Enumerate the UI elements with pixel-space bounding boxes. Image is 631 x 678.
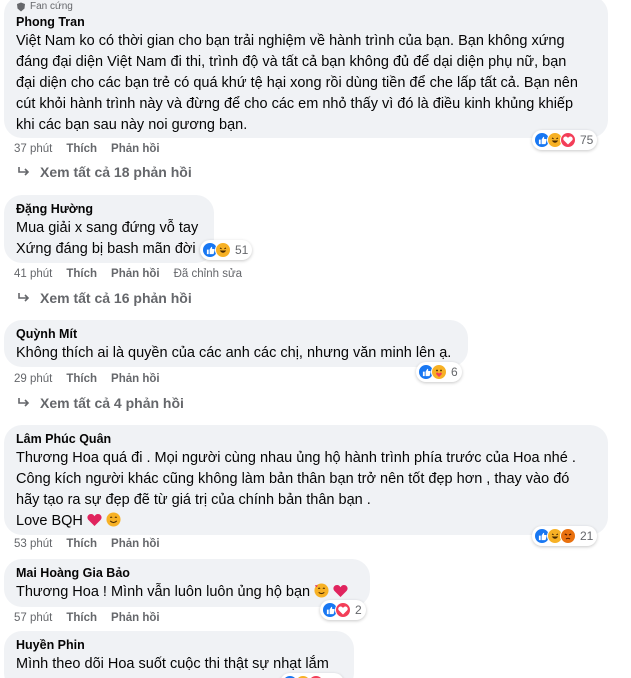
view-replies-label: Xem tất cả 4 phản hồi	[40, 395, 184, 411]
comment-line: Mình theo dõi Hoa suốt cuộc thi thật sự …	[16, 656, 329, 672]
like-button[interactable]: Thích	[66, 373, 97, 385]
comment-author[interactable]: Lâm Phúc Quân	[16, 431, 596, 448]
view-replies-3[interactable]: Xem tất cả 4 phản hồi	[18, 395, 184, 411]
view-replies-label: Xem tất cả 18 phản hồi	[40, 164, 192, 180]
care-reaction-icon	[431, 364, 447, 380]
comment-line: Công kích người khác cũng không làm bản …	[16, 471, 570, 487]
reply-arrow-icon	[18, 167, 30, 176]
comment-actions: 37 phút Thích Phản hồi	[14, 143, 160, 155]
like-button[interactable]: Thích	[66, 143, 97, 155]
comment-line-text: Thương Hoa ! Mình vẫn luôn luôn ủng hộ b…	[16, 584, 311, 600]
reaction-summary[interactable]: 2	[320, 600, 366, 620]
reaction-summary-partial[interactable]	[280, 673, 344, 678]
comment-line: Mua giải x sang đứng vỗ tay	[16, 220, 199, 236]
comment-author[interactable]: Huyền Phin	[16, 637, 342, 654]
reply-button[interactable]: Phản hồi	[111, 612, 160, 624]
comment-6: Huyền Phin Mình theo dõi Hoa suốt cuộc t…	[4, 631, 364, 678]
smiling-face-with-hearts-emoji-icon	[314, 583, 329, 598]
edited-label: Đã chỉnh sửa	[173, 268, 243, 280]
comment-author[interactable]: Đặng Hường	[16, 201, 202, 218]
love-reaction-icon	[560, 132, 576, 148]
comment-3: Quỳnh Mít Không thích ai là quyền của cá…	[4, 320, 484, 390]
smiling-face-emoji-icon	[106, 512, 121, 527]
comment-line: đại diện cho các bạn trẻ có quá khứ tệ h…	[16, 75, 578, 91]
comment-line: Không thích ai là quyền của các anh các …	[16, 345, 452, 361]
comment-line-with-emoji: Thương Hoa ! Mình vẫn luôn luôn ủng hộ b…	[16, 582, 358, 603]
red-heart-emoji-icon	[333, 585, 348, 597]
comment-line-last: Love BQH	[16, 511, 596, 532]
fan-badge-label: Fan cứng	[30, 1, 73, 12]
comment-actions: 41 phút Thích Phản hồi Đã chỉnh sửa	[14, 268, 242, 280]
comment-author[interactable]: Phong Tran	[16, 14, 596, 31]
view-replies-1[interactable]: Xem tất cả 18 phản hồi	[18, 164, 192, 180]
fan-badge-icon	[17, 2, 25, 11]
like-button[interactable]: Thích	[66, 538, 97, 550]
comment-line: cút khỏi hành trình này và đừng để cho c…	[16, 96, 574, 112]
reaction-summary[interactable]: 75	[532, 130, 598, 150]
comment-actions: 29 phút Thích Phản hồi	[14, 373, 160, 385]
comment-author[interactable]: Mai Hoàng Gia Bảo	[16, 565, 358, 582]
comment-bubble: Mai Hoàng Gia Bảo Thương Hoa ! Mình vẫn …	[4, 559, 370, 607]
comment-line: Việt Nam ko có thời gian cho bạn trải ng…	[16, 33, 565, 49]
view-replies-2[interactable]: Xem tất cả 16 phản hồi	[18, 290, 192, 306]
comment-bubble: Huyền Phin Mình theo dõi Hoa suốt cuộc t…	[4, 631, 354, 678]
comment-bubble: Đặng Hường Mua giải x sang đứng vỗ tay X…	[4, 195, 214, 263]
reaction-count: 6	[451, 365, 458, 379]
comment-line: Thương Hoa quá đi . Mọi người cùng nhau …	[16, 450, 576, 466]
haha-reaction-icon	[215, 242, 231, 258]
comment-actions: 57 phút Thích Phản hồi	[14, 612, 160, 624]
comment-time[interactable]: 29 phút	[14, 373, 52, 385]
reaction-summary[interactable]: 6	[416, 362, 462, 382]
love-reaction-icon	[335, 602, 351, 618]
reply-button[interactable]: Phản hồi	[111, 268, 160, 280]
reply-arrow-icon	[18, 398, 30, 407]
reaction-count: 51	[235, 243, 249, 257]
comment-time[interactable]: 41 phút	[14, 268, 52, 280]
comment-line: đáng đại diện Việt Nam đi thi, trình độ …	[16, 54, 567, 70]
comment-bubble: Quỳnh Mít Không thích ai là quyền của cá…	[4, 320, 468, 367]
comment-line: Xứng đáng bị bash mãn đời	[16, 241, 196, 257]
comment-1: Fan cứng Phong Tran Việt Nam ko có thời …	[4, 0, 624, 158]
reaction-count: 2	[355, 603, 362, 617]
comment-line: khi các bạn sau này noi gương bạn.	[16, 117, 248, 133]
comment-line-text: Love BQH	[16, 513, 83, 529]
comment-actions: 53 phút Thích Phản hồi	[14, 538, 160, 550]
comment-bubble: Lâm Phúc Quân Thương Hoa quá đi . Mọi ng…	[4, 425, 608, 535]
reaction-count: 21	[580, 529, 594, 543]
reply-button[interactable]: Phản hồi	[111, 538, 160, 550]
reply-button[interactable]: Phản hồi	[111, 143, 160, 155]
top-fan-badge: Fan cứng	[16, 0, 596, 13]
reply-button[interactable]: Phản hồi	[111, 373, 160, 385]
comment-text: Việt Nam ko có thời gian cho bạn trải ng…	[16, 31, 596, 136]
like-button[interactable]: Thích	[66, 268, 97, 280]
comment-time[interactable]: 57 phút	[14, 612, 52, 624]
reaction-count: 75	[580, 133, 594, 147]
comment-author[interactable]: Quỳnh Mít	[16, 326, 456, 343]
comment-bubble: Fan cứng Phong Tran Việt Nam ko có thời …	[4, 0, 608, 138]
reply-arrow-icon	[18, 293, 30, 302]
view-replies-label: Xem tất cả 16 phản hồi	[40, 290, 192, 306]
comment-line: hãy tạo ra sự đẹp đẽ từ giá trị của chín…	[16, 492, 371, 508]
red-heart-emoji-icon	[87, 514, 102, 526]
reaction-summary[interactable]: 51	[200, 240, 253, 260]
comment-4: Lâm Phúc Quân Thương Hoa quá đi . Mọi ng…	[4, 425, 624, 555]
like-button[interactable]: Thích	[66, 612, 97, 624]
comment-5: Mai Hoàng Gia Bảo Thương Hoa ! Mình vẫn …	[4, 559, 384, 629]
comment-time[interactable]: 37 phút	[14, 143, 52, 155]
comment-time[interactable]: 53 phút	[14, 538, 52, 550]
comment-2: Đặng Hường Mua giải x sang đứng vỗ tay X…	[4, 195, 284, 285]
angry-reaction-icon	[560, 528, 576, 544]
reaction-summary[interactable]: 21	[532, 526, 598, 546]
